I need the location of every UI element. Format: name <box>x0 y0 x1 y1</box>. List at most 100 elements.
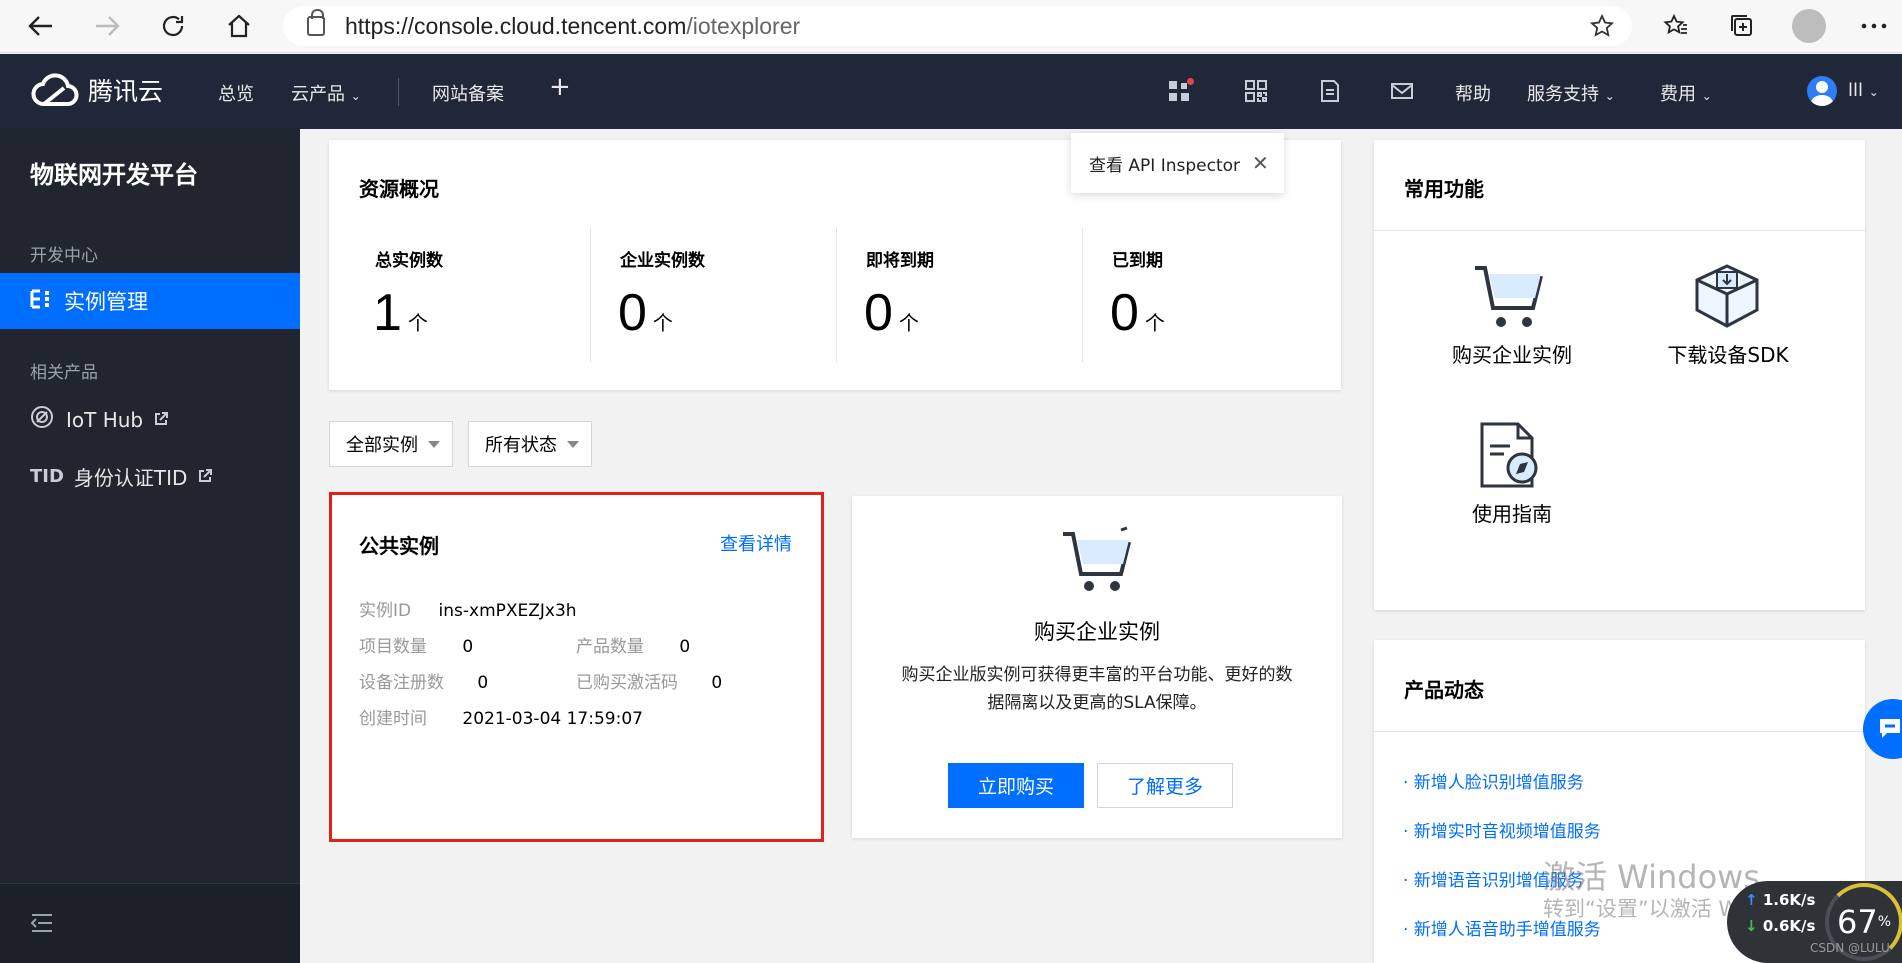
sidebar-item-label: 身份认证TID <box>73 466 188 490</box>
stat-expired: 已到期 0个 <box>1094 228 1339 362</box>
info-value: ins-xmPXEZJx3h <box>438 601 577 621</box>
api-inspector-icon[interactable] <box>1167 78 1194 104</box>
notification-dot <box>1187 78 1194 85</box>
caret-down-icon <box>567 440 579 448</box>
top-navigation: 腾讯云 总览 云产品 ⌄ 网站备案 + 帮助 服务支持 ⌄ 费用 ⌄ lll ⌄ <box>0 54 1902 129</box>
stat-value: 0个 <box>1110 283 1165 343</box>
download-value: 0.6K/s <box>1762 917 1816 935</box>
sidebar-item-label: IoT Hub <box>66 407 144 432</box>
select-value: 全部实例 <box>346 435 418 456</box>
home-icon[interactable] <box>222 9 256 43</box>
down-arrow-icon: ↓ <box>1745 917 1758 935</box>
nav-help[interactable]: 帮助 <box>1455 80 1491 106</box>
stat-expiring-soon: 即将到期 0个 <box>848 228 1093 362</box>
refresh-icon[interactable] <box>156 9 190 43</box>
stat-value: 0个 <box>618 283 673 343</box>
news-item[interactable]: · 新增人脸识别增值服务 <box>1403 768 1584 793</box>
activation-code-row: 已购买激活码 0 <box>576 668 722 693</box>
logo-text: 腾讯云 <box>88 77 164 106</box>
view-details-link[interactable]: 查看详情 <box>720 530 792 556</box>
sidebar-item-tid[interactable]: TID 身份认证TID <box>30 462 213 491</box>
info-label: 设备注册数 <box>359 673 444 693</box>
info-value: 0 <box>679 637 691 657</box>
forward-icon[interactable] <box>90 9 124 43</box>
nav-billing-label: 费用 <box>1660 84 1696 105</box>
buy-card-title: 购买企业实例 <box>1034 620 1160 644</box>
sidebar-item-label: 实例管理 <box>64 290 148 314</box>
tencent-cloud-logo[interactable]: 腾讯云 <box>30 72 163 108</box>
nav-billing[interactable]: 费用 ⌄ <box>1660 80 1712 106</box>
iot-hub-icon <box>30 405 54 434</box>
download-speed: ↓ 0.6K/s <box>1745 917 1815 935</box>
qrcode-icon[interactable] <box>1243 78 1269 104</box>
instance-filter-select[interactable]: 全部实例 <box>329 421 453 467</box>
info-label: 已购买激活码 <box>576 673 678 693</box>
collections-icon[interactable] <box>1725 9 1759 43</box>
shopping-cart-icon[interactable] <box>1471 260 1547 334</box>
stat-unit: 个 <box>1144 313 1165 335</box>
stat-label: 总实例数 <box>375 251 443 271</box>
download-box-icon[interactable] <box>1689 260 1765 334</box>
nav-divider <box>398 78 399 106</box>
stat-label: 企业实例数 <box>620 251 705 271</box>
stat-unit: 个 <box>407 313 428 335</box>
chat-support-button[interactable] <box>1863 699 1902 759</box>
back-icon[interactable] <box>24 9 58 43</box>
nav-beian[interactable]: 网站备案 <box>432 80 504 106</box>
nav-support[interactable]: 服务支持 ⌄ <box>1527 80 1615 106</box>
shopping-cart-icon <box>1059 526 1135 598</box>
tid-icon: TID <box>30 466 64 487</box>
buy-card-desc-line1: 购买企业版实例可获得更丰富的平台功能、更好的数 <box>901 665 1293 685</box>
nav-overview[interactable]: 总览 <box>218 80 254 106</box>
guide-document-icon[interactable] <box>1476 420 1546 494</box>
status-filter-select[interactable]: 所有状态 <box>468 421 592 467</box>
info-label: 创建时间 <box>359 709 427 729</box>
info-value: 0 <box>462 637 474 657</box>
add-shortcut-icon[interactable]: + <box>549 72 571 102</box>
favorite-add-icon[interactable] <box>1589 13 1615 44</box>
sidebar-item-iot-hub[interactable]: IoT Hub <box>30 405 169 434</box>
cpu-unit: % <box>1877 914 1892 930</box>
info-label: 实例ID <box>359 601 412 621</box>
info-value: 0 <box>711 673 723 693</box>
sidebar-footer <box>0 883 300 963</box>
buy-now-button[interactable]: 立即购买 <box>948 763 1084 808</box>
url-host: https://console.cloud.tencent.com <box>345 12 687 39</box>
stat-number: 0 <box>618 284 647 342</box>
mail-icon[interactable] <box>1389 78 1415 104</box>
nav-user[interactable]: lll ⌄ <box>1848 80 1879 101</box>
learn-more-button[interactable]: 了解更多 <box>1097 763 1233 808</box>
favorites-icon[interactable] <box>1659 9 1693 43</box>
download-sdk-shortcut[interactable]: 下载设备SDK <box>1628 339 1828 368</box>
user-guide-shortcut[interactable]: 使用指南 <box>1412 498 1612 527</box>
resource-overview-title: 资源概况 <box>359 177 439 201</box>
list-icon <box>30 288 52 315</box>
stat-unit: 个 <box>652 313 673 335</box>
stat-number: 0 <box>864 284 893 342</box>
user-avatar-icon[interactable] <box>1807 76 1837 106</box>
stat-label: 即将到期 <box>866 251 934 271</box>
stat-divider <box>1082 228 1083 362</box>
sidebar-section-related: 相关产品 <box>30 363 98 383</box>
lock-icon <box>307 9 325 36</box>
tooltip-text[interactable]: 查看 API Inspector <box>1089 151 1240 176</box>
document-icon[interactable] <box>1317 78 1343 104</box>
created-time-row: 创建时间 2021-03-04 17:59:07 <box>359 704 643 729</box>
close-icon[interactable]: ✕ <box>1252 151 1269 175</box>
more-menu-icon[interactable] <box>1857 9 1891 43</box>
browser-profile-avatar[interactable] <box>1792 9 1826 43</box>
csdn-watermark: CSDN @LULU <box>1810 941 1890 955</box>
news-item[interactable]: · 新增实时音视频增值服务 <box>1403 817 1601 842</box>
stat-divider <box>590 228 591 362</box>
buy-instance-shortcut[interactable]: 购买企业实例 <box>1412 339 1612 368</box>
collapse-sidebar-icon[interactable] <box>30 912 54 938</box>
sidebar-item-instance-management[interactable]: 实例管理 <box>0 273 300 329</box>
address-bar[interactable]: https://console.cloud.tencent.com/iotexp… <box>283 6 1632 46</box>
stat-unit: 个 <box>898 313 919 335</box>
instance-id-row: 实例ID ins-xmPXEZJx3h <box>359 596 577 621</box>
url-path: /iotexplorer <box>686 12 801 39</box>
chevron-down-icon: ⌄ <box>350 89 361 103</box>
stat-number: 0 <box>1110 284 1139 342</box>
nav-products[interactable]: 云产品 ⌄ <box>291 80 361 106</box>
external-link-icon <box>153 408 169 432</box>
